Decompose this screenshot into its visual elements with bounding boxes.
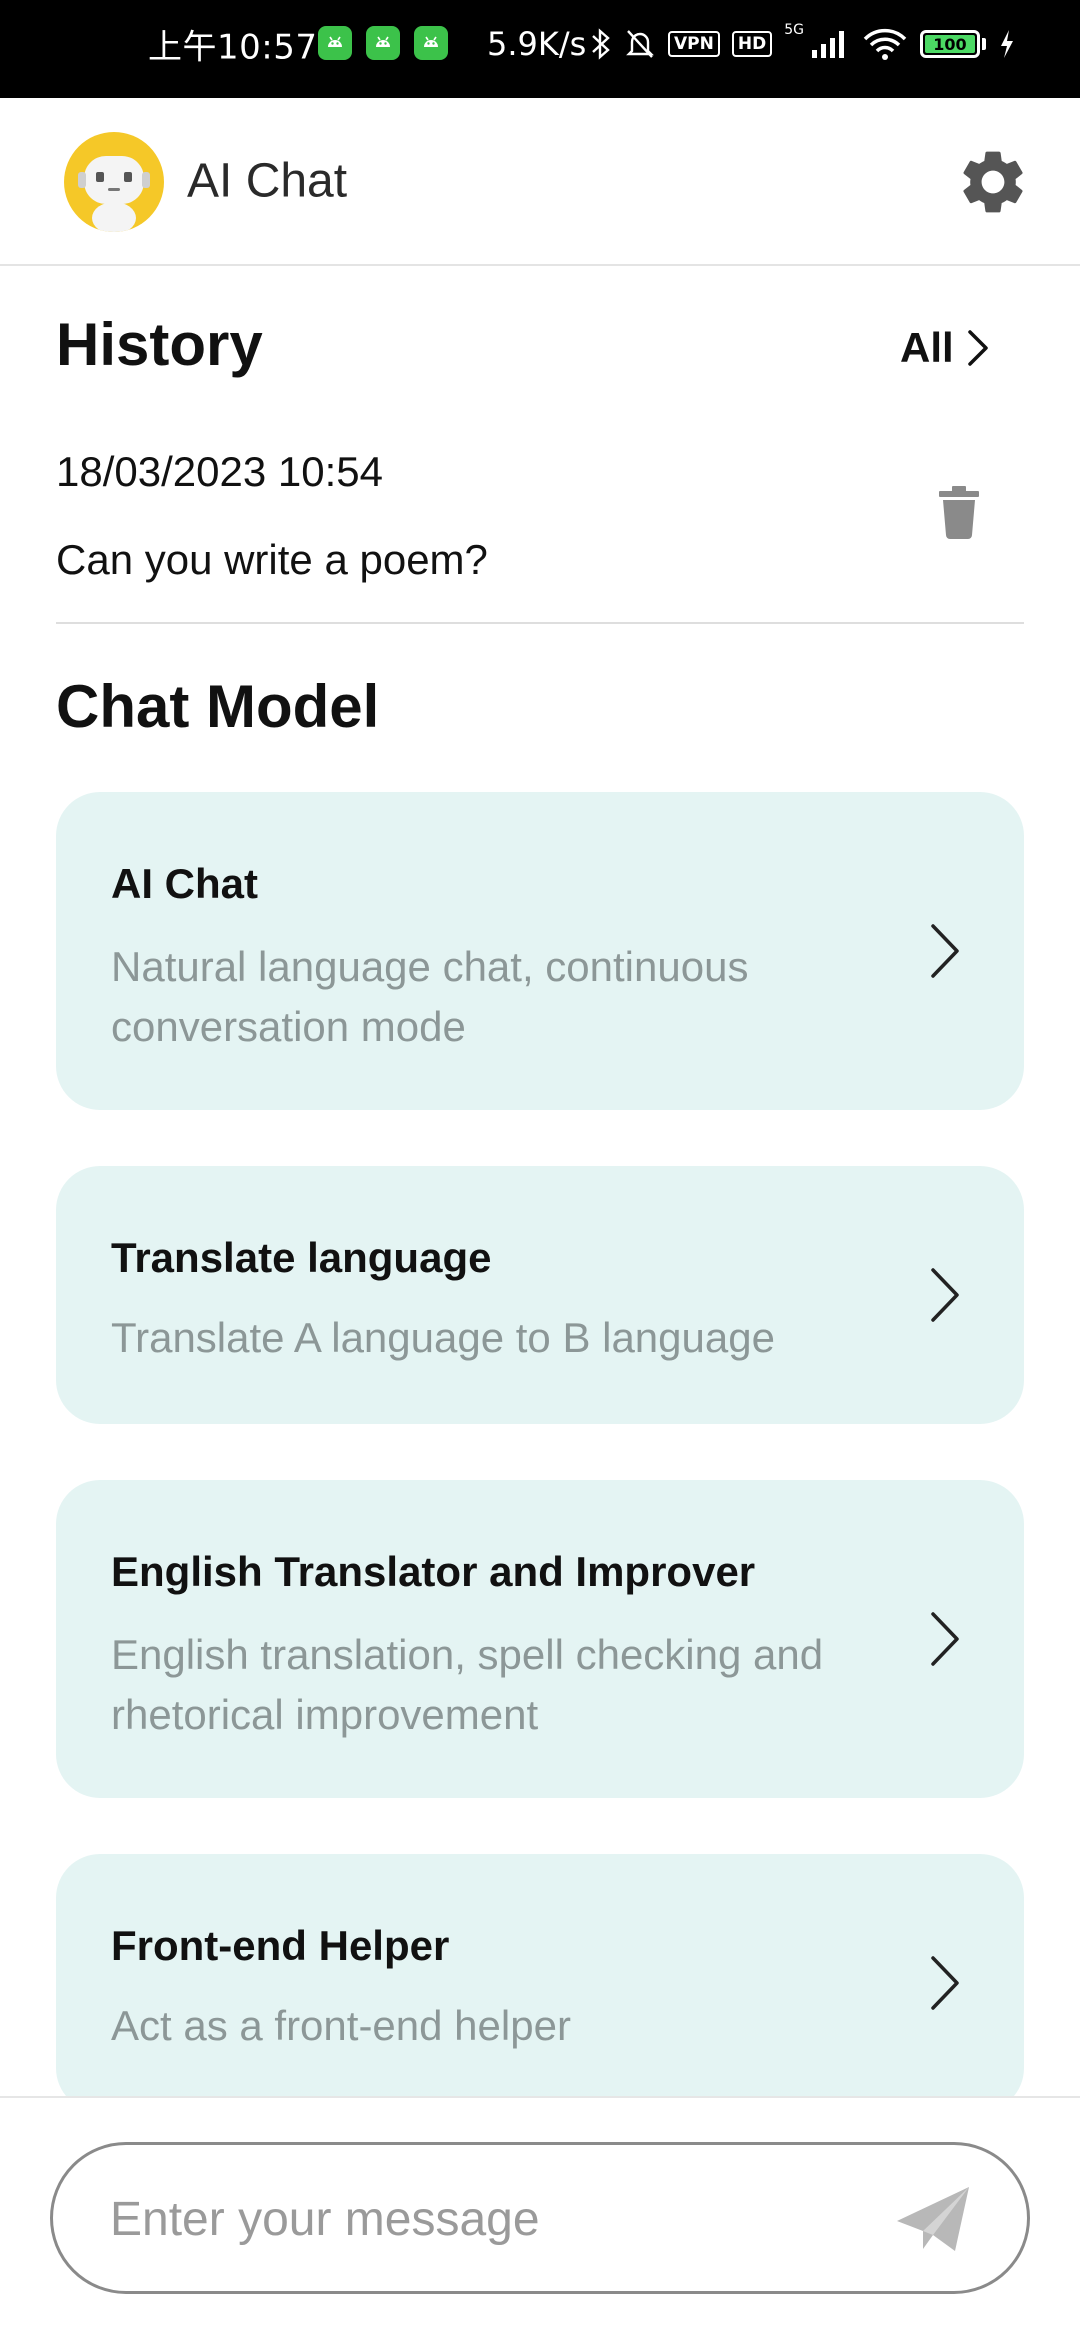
model-card-desc: Act as a front-end helper (111, 2002, 571, 2049)
app-title: AI Chat (187, 154, 348, 208)
vpn-badge: VPN (668, 31, 720, 57)
send-icon[interactable] (893, 2183, 973, 2255)
message-input-container (50, 2142, 1030, 2294)
network-speed: 5.9K/s (487, 25, 587, 63)
signal-icon (811, 31, 844, 58)
status-app-icons (318, 26, 448, 60)
chevron-right-icon (931, 1956, 959, 2010)
model-card-desc: Natural language chat, continuous conver… (111, 943, 749, 1050)
model-card-english-translator[interactable]: English Translator and Improver English … (56, 1480, 1024, 1798)
status-bar: 上午10:57 5.9K/s VPN HD 5G 100 (0, 0, 1080, 98)
chat-model-title: Chat Model (56, 673, 380, 740)
model-card-desc: Translate A language to B language (111, 1314, 775, 1361)
network-type: 5G (784, 22, 804, 38)
charging-icon (1000, 30, 1013, 58)
model-card-front-end-helper[interactable]: Front-end Helper Act as a front-end help… (56, 1854, 1024, 2112)
android-icon (318, 26, 352, 60)
bell-off-icon (626, 30, 654, 58)
history-all-link[interactable]: All (900, 324, 992, 372)
bluetooth-icon (592, 28, 610, 60)
model-card-title: Front-end Helper (111, 1922, 450, 1969)
hd-badge: HD (731, 31, 773, 57)
chevron-right-icon (967, 330, 988, 366)
history-title: History (56, 311, 263, 378)
battery-cap (981, 38, 986, 50)
composer-divider (0, 2096, 1080, 2098)
chevron-right-icon (931, 1612, 959, 1666)
model-card-title: English Translator and Improver (111, 1548, 756, 1595)
android-icon (414, 26, 448, 60)
model-card-ai-chat[interactable]: AI Chat Natural language chat, continuou… (56, 792, 1024, 1110)
app-header: AI Chat (0, 98, 1080, 266)
gear-icon[interactable] (955, 144, 1031, 220)
model-card-translate-language[interactable]: Translate language Translate A language … (56, 1166, 1024, 1424)
model-card-title: AI Chat (111, 860, 258, 907)
chevron-right-icon (931, 924, 959, 978)
history-item-text: Can you write a poem? (56, 536, 488, 583)
history-divider (56, 622, 1024, 624)
chevron-right-icon (931, 1268, 959, 1322)
wifi-icon (863, 28, 907, 60)
model-card-title: Translate language (111, 1234, 492, 1281)
battery-icon: 100 (919, 30, 980, 58)
status-time: 上午10:57 (148, 27, 318, 68)
battery-level: 100 (924, 35, 975, 54)
android-icon (366, 26, 400, 60)
status-icons: VPN HD 5G 100 (590, 23, 1016, 61)
history-all-label: All (900, 324, 954, 371)
model-card-desc: English translation, spell checking and … (111, 1631, 824, 1738)
robot-avatar-icon (64, 132, 164, 232)
message-input[interactable] (108, 2145, 872, 2293)
trash-icon[interactable] (937, 485, 981, 539)
history-item-date: 18/03/2023 10:54 (56, 448, 383, 495)
